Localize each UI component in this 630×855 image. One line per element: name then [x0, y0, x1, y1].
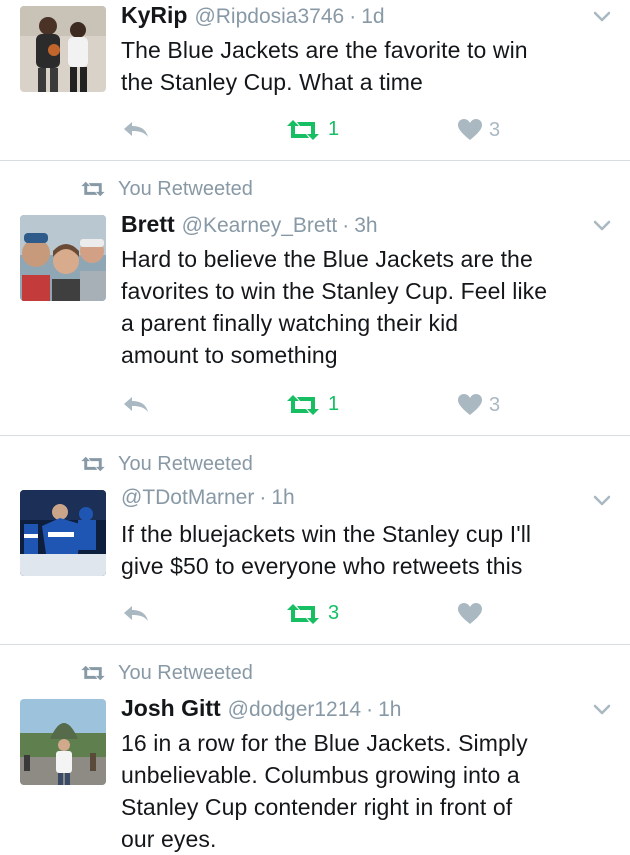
reply-button[interactable]: [121, 393, 151, 417]
timestamp[interactable]: 1h: [378, 698, 401, 722]
like-count: 3: [489, 118, 501, 141]
avatar[interactable]: [20, 6, 106, 92]
tweet[interactable]: You Retweeted Josh Gitt @dodger1214 · 1h…: [0, 645, 630, 853]
reply-button[interactable]: [121, 602, 151, 626]
tweet-header: @TDotMarner · 1h: [121, 486, 295, 518]
reply-icon: [124, 606, 148, 621]
tweet[interactable]: You Retweeted Brett @Kearney_Brett · 3h …: [0, 161, 630, 435]
tweet-text: Hard to believe the Blue Jackets are the…: [121, 243, 616, 371]
reply-icon: [124, 122, 148, 137]
tweet-text-line: The Blue Jackets are the favorite to win: [121, 37, 528, 63]
separator-dot: ·: [349, 5, 357, 28]
tweet-text-line: Stanley Cup contender right in front of: [121, 794, 513, 820]
tweet-text-line: the Stanley Cup. What a time: [121, 69, 423, 95]
separator-dot: ·: [259, 486, 267, 509]
avatar[interactable]: [20, 215, 106, 301]
author-name[interactable]: KyRip: [121, 2, 187, 29]
retweet-button[interactable]: 1: [286, 118, 339, 141]
retweeted-label: You Retweeted: [118, 452, 253, 475]
retweeted-label: You Retweeted: [118, 661, 253, 684]
reply-button[interactable]: [121, 118, 151, 142]
author-handle[interactable]: @Kearney_Brett: [182, 214, 338, 238]
separator-dot: ·: [342, 214, 350, 237]
tweet-header: Brett @Kearney_Brett · 3h: [121, 211, 378, 243]
retweet-count: 1: [328, 118, 340, 140]
author-handle[interactable]: @dodger1214: [228, 698, 361, 722]
like-count: 3: [489, 393, 501, 416]
tweet-text-line: amount to something: [121, 342, 338, 368]
like-button[interactable]: 3: [457, 118, 500, 142]
avatar[interactable]: [20, 699, 106, 785]
tweet-text: The Blue Jackets are the favorite to win…: [121, 34, 616, 98]
tweet-text-line: Hard to believe the Blue Jackets are the: [121, 246, 533, 272]
retweeted-banner: You Retweeted: [80, 661, 253, 685]
retweet-button[interactable]: 3: [286, 602, 339, 625]
retweet-icon: [81, 456, 105, 472]
like-button[interactable]: 3: [457, 393, 500, 417]
tweet-text-line: unbelievable. Columbus growing into a: [121, 762, 520, 788]
author-name[interactable]: Brett: [121, 211, 175, 238]
separator-dot: ·: [366, 698, 374, 721]
retweet-icon: [287, 603, 319, 624]
heart-icon: [458, 394, 482, 415]
retweet-button[interactable]: 1: [286, 393, 339, 416]
tweet[interactable]: KyRip @Ripdosia3746 · 1d The Blue Jacket…: [0, 0, 630, 160]
retweet-icon: [81, 665, 105, 681]
tweet-text-line: If the bluejackets win the Stanley cup I…: [121, 521, 532, 547]
retweet-count: 1: [328, 393, 340, 415]
author-handle[interactable]: @Ripdosia3746: [194, 5, 344, 29]
chevron-down-icon[interactable]: [592, 219, 612, 233]
like-button[interactable]: [457, 602, 489, 626]
tweet-text-line: 16 in a row for the Blue Jackets. Simply: [121, 730, 528, 756]
retweet-count: 3: [328, 602, 340, 624]
tweet-header: KyRip @Ripdosia3746 · 1d: [121, 2, 385, 34]
avatar[interactable]: [20, 490, 106, 576]
retweeted-banner: You Retweeted: [80, 177, 253, 201]
tweet-text-line: a parent finally watching their kid: [121, 310, 459, 336]
heart-icon: [458, 119, 482, 140]
tweet-text: 16 in a row for the Blue Jackets. Simply…: [121, 727, 616, 855]
timestamp[interactable]: 3h: [354, 214, 377, 238]
tweet-text: If the bluejackets win the Stanley cup I…: [121, 518, 616, 582]
retweeted-banner: You Retweeted: [80, 452, 253, 476]
retweeted-label: You Retweeted: [118, 177, 253, 200]
timestamp[interactable]: 1h: [271, 486, 294, 510]
tweet-header: Josh Gitt @dodger1214 · 1h: [121, 695, 401, 727]
tweet-text-line: our eyes.: [121, 826, 217, 852]
timestamp[interactable]: 1d: [361, 5, 384, 29]
chevron-down-icon[interactable]: [592, 494, 612, 508]
tweet[interactable]: You Retweeted @TDotMarner · 1h If the bl…: [0, 436, 630, 644]
chevron-down-icon[interactable]: [592, 10, 612, 24]
tweet-text-line: give $50 to everyone who retweets this: [121, 553, 523, 579]
heart-icon: [458, 603, 482, 624]
retweet-icon: [287, 394, 319, 415]
retweet-icon: [81, 181, 105, 197]
retweet-icon: [287, 119, 319, 140]
chevron-down-icon[interactable]: [592, 703, 612, 717]
author-name[interactable]: Josh Gitt: [121, 695, 221, 722]
reply-icon: [124, 397, 148, 412]
author-handle[interactable]: @TDotMarner: [121, 486, 254, 510]
tweet-text-line: favorites to win the Stanley Cup. Feel l…: [121, 278, 548, 304]
